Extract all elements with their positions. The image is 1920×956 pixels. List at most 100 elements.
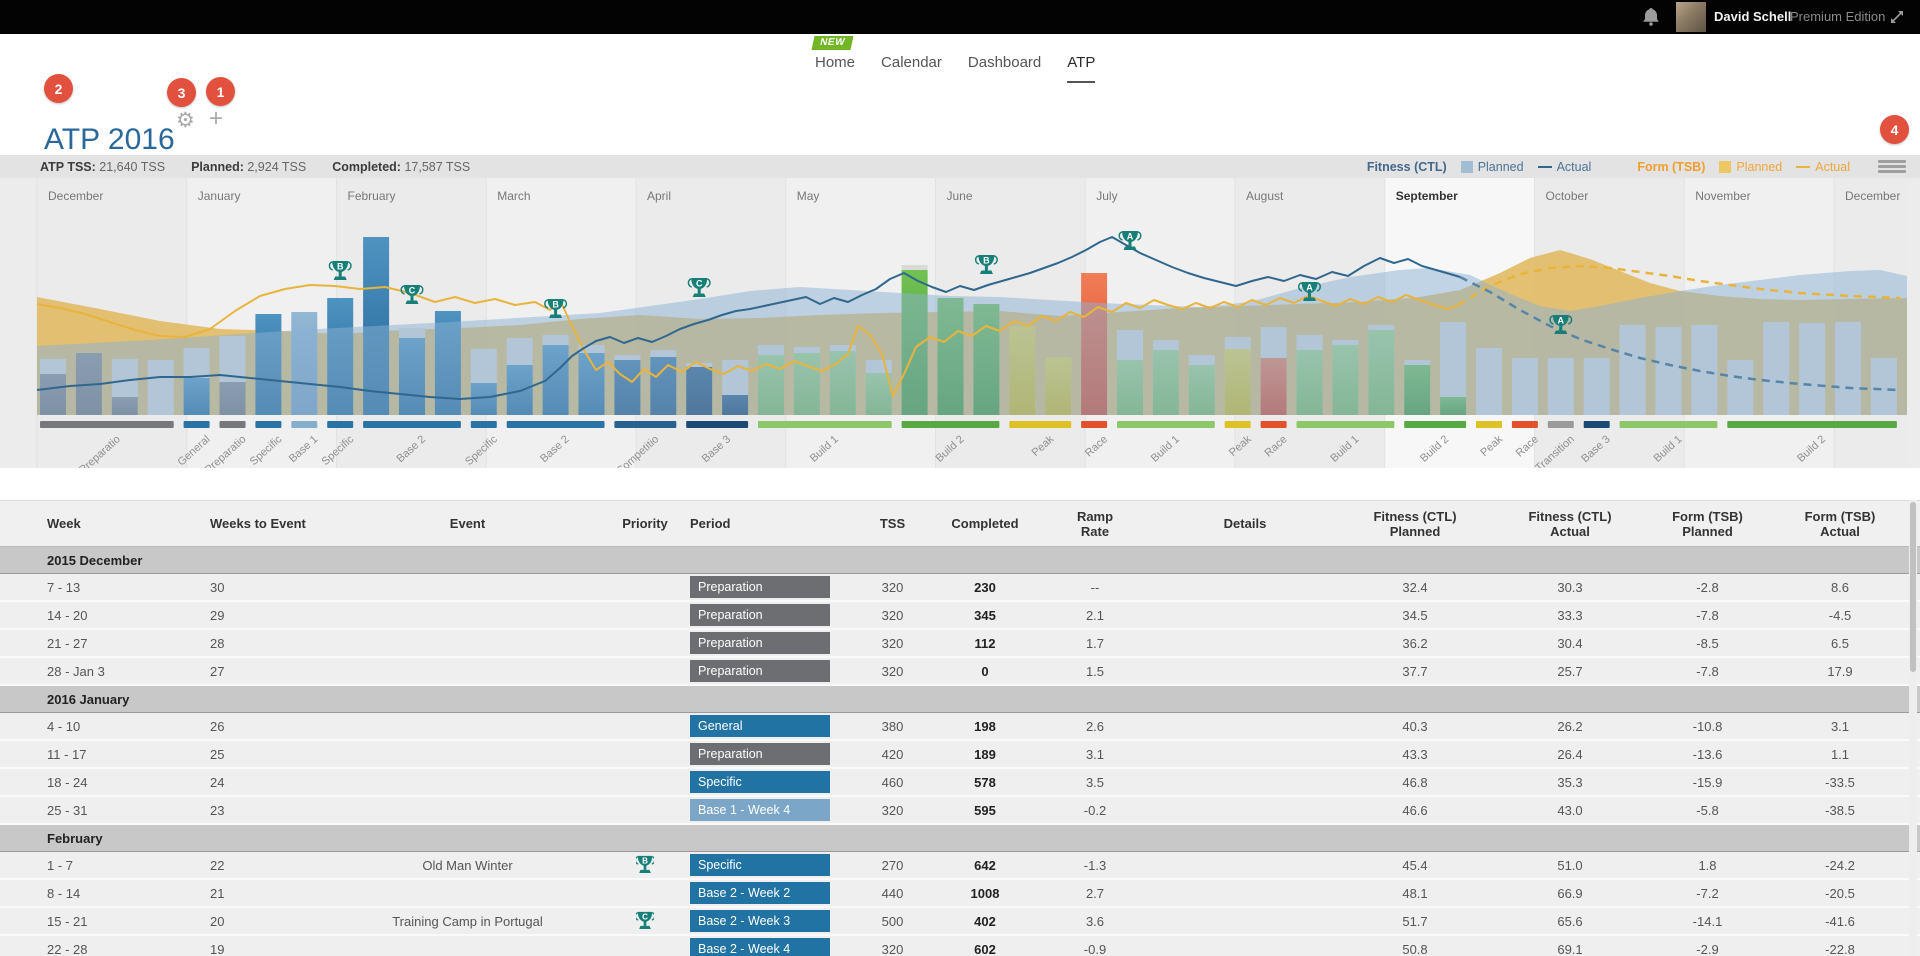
completed-cell: 578	[940, 775, 1030, 790]
nav-item-home[interactable]: Home	[815, 54, 855, 83]
column-header-event[interactable]: Event	[335, 516, 600, 531]
add-plan-button[interactable]: +	[209, 105, 223, 133]
column-header-form-tsb-[interactable]: Form (TSB)Actual	[1775, 509, 1905, 539]
period-strip-10[interactable]	[686, 421, 748, 428]
notifications-bell-icon[interactable]	[1640, 6, 1662, 28]
period-strip-6[interactable]	[363, 421, 461, 428]
column-header-details[interactable]: Details	[1160, 516, 1330, 531]
fitness-actual-cell: 26.2	[1500, 719, 1640, 734]
period-strip-13[interactable]	[1009, 421, 1071, 428]
nav-item-dashboard[interactable]: Dashboard	[968, 54, 1041, 83]
scrollbar-handle[interactable]	[1910, 502, 1916, 672]
period-strip-5[interactable]	[327, 421, 353, 428]
column-header-completed[interactable]: Completed	[940, 516, 1030, 531]
svg-text:A: A	[1558, 316, 1565, 326]
column-header-period[interactable]: Period	[690, 516, 845, 531]
period-strip-1[interactable]	[184, 421, 210, 428]
month-label-12: December	[1845, 189, 1900, 203]
table-row-1-2[interactable]: 18 - 2424Specific4605783.546.835.3-15.9-…	[0, 769, 1920, 797]
period-strip-23[interactable]	[1584, 421, 1610, 428]
weeks-to-event-cell: 28	[210, 636, 335, 651]
weeks-to-event-cell: 19	[210, 942, 335, 956]
period-strip-0[interactable]	[40, 421, 174, 428]
svg-text:C: C	[642, 912, 648, 921]
avatar[interactable]	[1676, 2, 1706, 32]
period-strip-12[interactable]	[902, 421, 1000, 428]
period-badge: Base 1 - Week 4	[690, 799, 830, 821]
column-header-week[interactable]: Week	[37, 516, 210, 531]
annotation-badge-2: 2	[44, 74, 73, 103]
period-cell: General	[690, 715, 845, 737]
period-strip-11[interactable]	[758, 421, 892, 428]
period-cell: Preparation	[690, 632, 845, 654]
fitness-planned-cell: 51.7	[1330, 914, 1500, 929]
period-strip-16[interactable]	[1225, 421, 1251, 428]
period-strip-15[interactable]	[1117, 421, 1215, 428]
tss-cell: 320	[845, 580, 940, 595]
column-header-fitness-ctl-[interactable]: Fitness (CTL)Planned	[1330, 509, 1500, 539]
period-strip-20[interactable]	[1476, 421, 1502, 428]
form-actual-cell: -20.5	[1775, 886, 1905, 901]
nav-item-calendar[interactable]: Calendar	[881, 54, 942, 83]
period-strip-9[interactable]	[614, 421, 676, 428]
period-strip-21[interactable]	[1512, 421, 1538, 428]
fullscreen-expand-icon[interactable]	[1888, 8, 1906, 26]
form-actual-legend[interactable]: Actual	[1796, 160, 1850, 174]
column-header-priority[interactable]: Priority	[600, 516, 690, 531]
completed-cell: 198	[940, 719, 1030, 734]
chart-options-menu-icon[interactable]	[1878, 160, 1906, 174]
svg-text:B: B	[983, 256, 990, 266]
table-row-0-1[interactable]: 14 - 2029Preparation3203452.134.533.3-7.…	[0, 602, 1920, 630]
settings-gear-icon[interactable]: ⚙	[176, 108, 195, 133]
period-strip-19[interactable]	[1404, 421, 1466, 428]
period-strip-18[interactable]	[1297, 421, 1395, 428]
period-strip-7[interactable]	[471, 421, 497, 428]
tss-cell: 320	[845, 942, 940, 956]
table-row-1-3[interactable]: 25 - 3123Base 1 - Week 4320595-0.246.643…	[0, 797, 1920, 825]
column-header-ramp[interactable]: RampRate	[1030, 509, 1160, 539]
nav-item-atp[interactable]: ATP	[1067, 54, 1095, 83]
tss-cell: 320	[845, 608, 940, 623]
period-strip-14[interactable]	[1081, 421, 1107, 428]
period-cell: Preparation	[690, 660, 845, 682]
column-header-fitness-ctl-[interactable]: Fitness (CTL)Actual	[1500, 509, 1640, 539]
fitness-planned-cell: 46.8	[1330, 775, 1500, 790]
table-row-2-2[interactable]: 15 - 2120Training Camp in PortugalCBase …	[0, 908, 1920, 936]
table-row-0-0[interactable]: 7 - 1330Preparation320230--32.430.3-2.88…	[0, 574, 1920, 602]
period-strip-2[interactable]	[220, 421, 246, 428]
table-row-0-3[interactable]: 28 - Jan 327Preparation32001.537.725.7-7…	[0, 658, 1920, 686]
month-label-0: December	[48, 189, 103, 203]
form-planned-legend[interactable]: Planned	[1719, 160, 1782, 174]
table-row-2-0[interactable]: 1 - 722Old Man WinterBSpecific270642-1.3…	[0, 852, 1920, 880]
fitness-planned-legend[interactable]: Planned	[1461, 160, 1524, 174]
period-cell: Preparation	[690, 576, 845, 598]
period-strip-17[interactable]	[1261, 421, 1287, 428]
ramp-rate-cell: 2.6	[1030, 719, 1160, 734]
page-title: ATP 2016	[44, 123, 175, 157]
table-row-0-2[interactable]: 21 - 2728Preparation3201121.736.230.4-8.…	[0, 630, 1920, 658]
table-row-1-1[interactable]: 11 - 1725Preparation4201893.143.326.4-13…	[0, 741, 1920, 769]
form-actual-cell: 17.9	[1775, 664, 1905, 679]
fitness-actual-cell: 66.9	[1500, 886, 1640, 901]
column-header-tss[interactable]: TSS	[845, 516, 940, 531]
week-cell: 25 - 31	[37, 803, 210, 818]
table-header: WeekWeeks to EventEventPriorityPeriodTSS…	[0, 500, 1920, 547]
period-strip-22[interactable]	[1548, 421, 1574, 428]
form-planned-cell: -15.9	[1640, 775, 1775, 790]
svg-text:C: C	[409, 286, 416, 296]
tss-summary: ATP TSS: 21,640 TSS Planned: 2,924 TSS C…	[0, 160, 470, 174]
table-row-2-3[interactable]: 22 - 2819Base 2 - Week 4320602-0.950.869…	[0, 936, 1920, 956]
fitness-actual-legend[interactable]: Actual	[1538, 160, 1592, 174]
atp-chart[interactable]: DecemberJanuaryFebruaryMarchAprilMayJune…	[0, 178, 1920, 468]
period-strip-3[interactable]	[255, 421, 281, 428]
period-strip-4[interactable]	[291, 421, 317, 428]
table-row-1-0[interactable]: 4 - 1026General3801982.640.326.2-10.83.1	[0, 713, 1920, 741]
table-row-2-1[interactable]: 8 - 1421Base 2 - Week 244010082.748.166.…	[0, 880, 1920, 908]
column-header-form-tsb-[interactable]: Form (TSB)Planned	[1640, 509, 1775, 539]
period-strip-24[interactable]	[1620, 421, 1718, 428]
column-header-weeks-to-event[interactable]: Weeks to Event	[210, 516, 335, 531]
period-strip-8[interactable]	[507, 421, 605, 428]
period-badge: Preparation	[690, 604, 830, 626]
period-strip-25[interactable]	[1727, 421, 1897, 428]
group-header-0: 2015 December	[0, 547, 1920, 574]
